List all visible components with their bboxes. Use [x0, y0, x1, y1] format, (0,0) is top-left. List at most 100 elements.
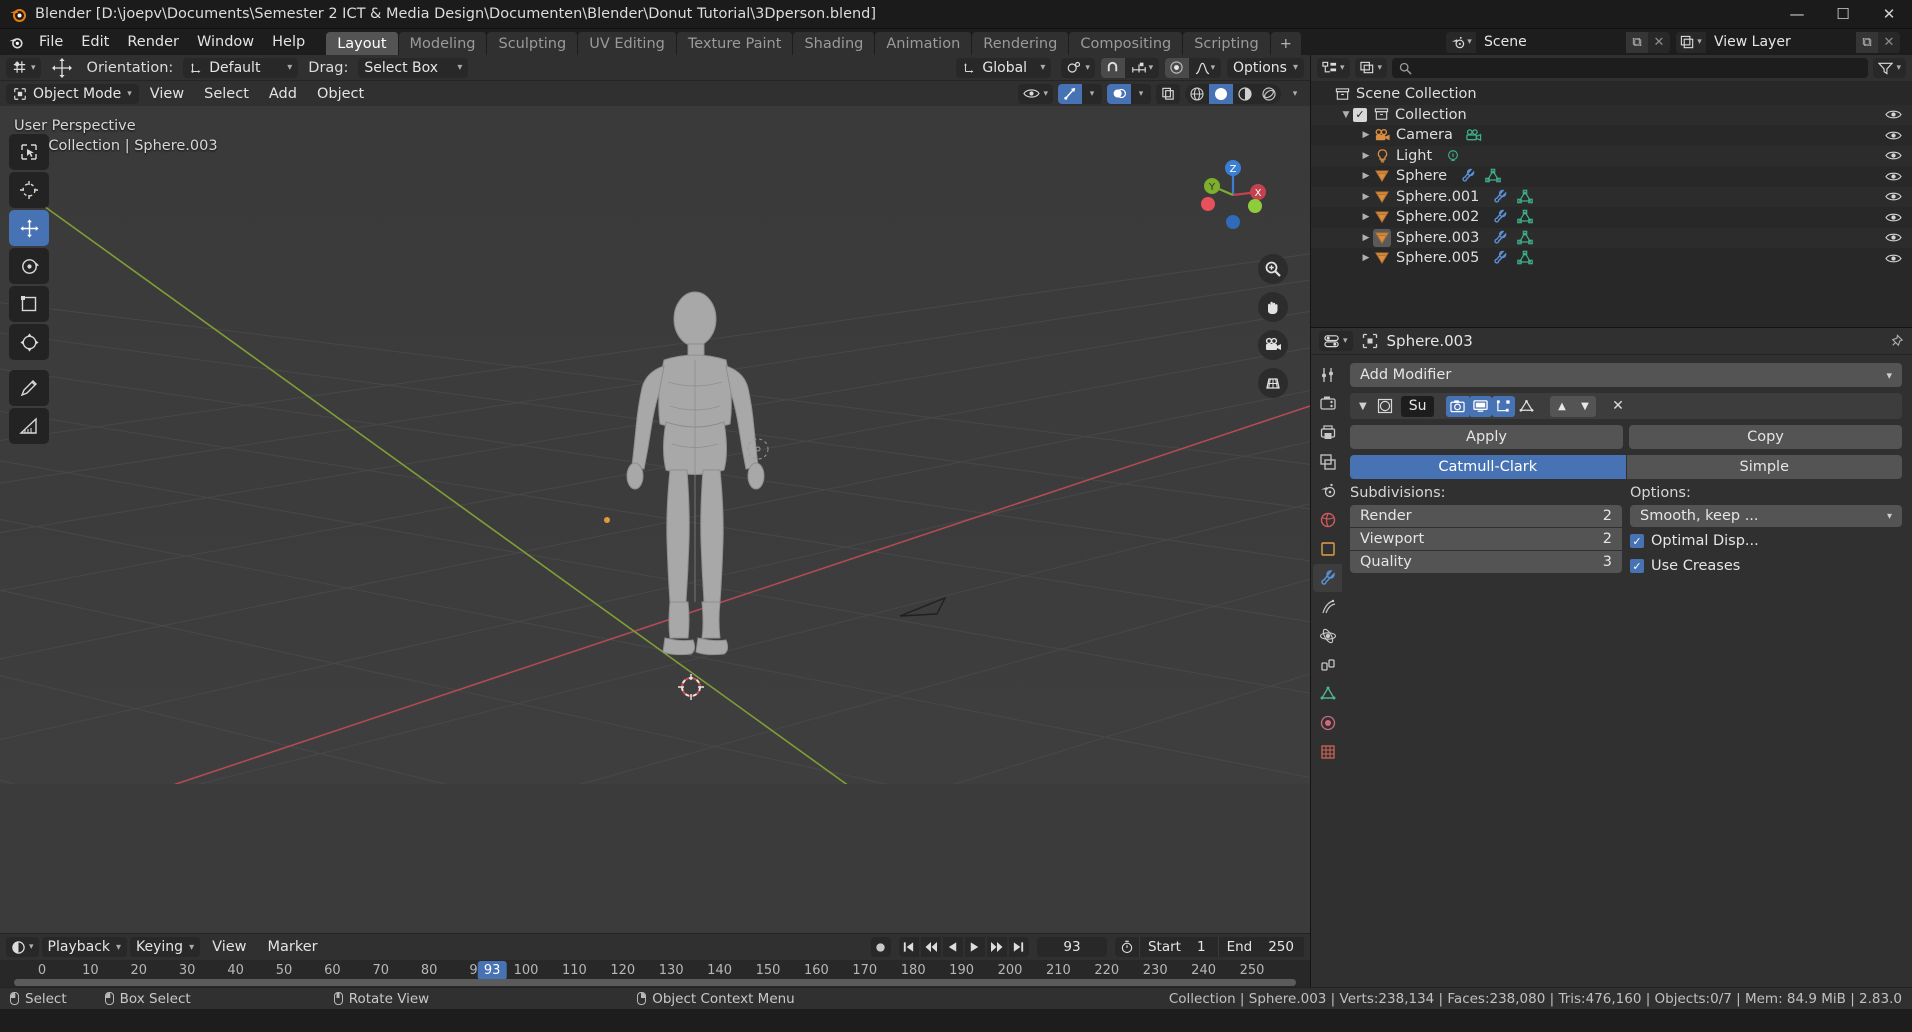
outliner-row-scene-collection[interactable]: Scene Collection [1311, 84, 1912, 105]
outliner-row-camera[interactable]: ▶ Camera [1311, 125, 1912, 146]
remove-view-layer-button[interactable]: ✕ [1878, 31, 1900, 53]
object-mode-dropdown[interactable]: Object Mode ▾ [6, 83, 139, 104]
jump-to-start-icon[interactable] [898, 937, 919, 957]
apply-button[interactable]: Apply [1350, 425, 1623, 449]
modifier-expand-icon[interactable]: ▼ [1356, 401, 1370, 412]
filter-funnel-icon[interactable]: ▾ [1873, 58, 1906, 78]
catmull-clark-button[interactable]: Catmull-Clark [1350, 455, 1626, 479]
current-frame-field[interactable]: 93 [1036, 937, 1107, 957]
disclosure-closed-icon[interactable]: ▶ [1359, 171, 1373, 181]
outliner-display-mode-icon[interactable]: ▾ [1317, 58, 1350, 78]
timeline-menu-playback[interactable]: Playback ▾ [41, 937, 128, 957]
outliner-id-type-icon[interactable]: ▾ [1354, 58, 1388, 78]
mannequin-model[interactable] [560, 286, 830, 706]
outliner-row-collection[interactable]: ▼ ✓ Collection [1311, 104, 1912, 125]
view-layer-name-field[interactable]: View Layer [1706, 31, 1856, 53]
disclosure-closed-icon[interactable]: ▶ [1359, 253, 1373, 263]
drag-dropdown[interactable]: Select Box ▾ [358, 57, 469, 78]
active-tool-icon[interactable]: ▾ [6, 57, 41, 78]
modifier-move-down-button[interactable]: ▼ [1573, 395, 1597, 417]
scale-tool[interactable] [9, 286, 49, 322]
modifier-tab[interactable] [1313, 564, 1342, 592]
disclosure-closed-icon[interactable]: ▶ [1359, 212, 1373, 222]
jump-prev-keyframe-icon[interactable] [920, 937, 941, 957]
tool-tab[interactable] [1313, 361, 1342, 389]
disclosure-open-icon[interactable]: ▼ [1339, 110, 1353, 120]
texture-tab[interactable] [1313, 738, 1342, 766]
workspace-tab-shading[interactable]: Shading [793, 32, 876, 55]
viewport-menu-view[interactable]: View [141, 84, 193, 104]
copy-button[interactable]: Copy [1629, 425, 1902, 449]
object-data-tab[interactable] [1313, 680, 1342, 708]
close-button[interactable]: ✕ [1866, 0, 1912, 28]
play-icon[interactable] [964, 937, 985, 957]
maximize-button[interactable]: ☐ [1820, 0, 1866, 28]
options-dropdown[interactable]: Options ▾ [1226, 57, 1304, 78]
timeline-menu-view[interactable]: View [203, 937, 255, 957]
render-subdivisions-field[interactable]: Render 2 [1350, 505, 1622, 527]
workspace-tab-layout[interactable]: Layout [326, 32, 399, 55]
menu-window[interactable]: Window [188, 29, 263, 55]
optimal-display-checkbox[interactable]: ✓ [1630, 534, 1644, 548]
outliner-row-sphere[interactable]: ▶ Sphere [1311, 166, 1912, 187]
start-frame-field[interactable]: Start 1 [1138, 937, 1218, 957]
outliner-tree[interactable]: Scene Collection ▼ ✓ Collection ▶ Camera ▶ Ligh… [1311, 81, 1912, 327]
timeline-scrollbar[interactable] [14, 979, 1296, 986]
scene-tab[interactable] [1313, 477, 1342, 505]
move-tool[interactable] [9, 210, 49, 246]
object-tab[interactable] [1313, 535, 1342, 563]
navigation-gizmo[interactable]: Z Y X [1194, 156, 1272, 234]
menu-edit[interactable]: Edit [72, 29, 118, 55]
workspace-tab-modeling[interactable]: Modeling [398, 32, 488, 55]
transform-orientation-dropdown[interactable]: Global ▾ [956, 57, 1052, 78]
viewport-menu-add[interactable]: Add [260, 84, 306, 104]
workspace-tab-animation[interactable]: Animation [875, 32, 973, 55]
jump-to-end-icon[interactable] [1008, 937, 1029, 957]
zoom-icon[interactable] [1258, 254, 1288, 284]
workspace-tab-uv-editing[interactable]: UV Editing [578, 32, 677, 55]
edit-mode-visibility-icon[interactable] [1492, 395, 1516, 417]
outliner-row-sphere-003[interactable]: ▶ Sphere.003 [1311, 227, 1912, 248]
constraints-tab[interactable] [1313, 651, 1342, 679]
new-scene-button[interactable]: ⧉ [1626, 31, 1648, 53]
visibility-eye-icon[interactable] [1884, 208, 1902, 226]
shading-settings-dropdown[interactable]: ▾ [1286, 84, 1304, 104]
transform-tool[interactable] [9, 324, 49, 360]
unlink-scene-button[interactable]: ✕ [1648, 31, 1670, 53]
workspace-tab-scripting[interactable]: Scripting [1183, 32, 1271, 55]
falloff-curve-dropdown[interactable]: ▾ [1188, 57, 1221, 78]
workspace-tab-sculpting[interactable]: Sculpting [487, 32, 579, 55]
visibility-eye-icon[interactable] [1884, 229, 1902, 247]
disclosure-closed-icon[interactable]: ▶ [1359, 151, 1373, 161]
rendered-shading-icon[interactable] [1257, 84, 1281, 104]
menu-file[interactable]: File [30, 29, 72, 55]
outliner-row-sphere-005[interactable]: ▶ Sphere.005 [1311, 248, 1912, 269]
viewport-menu-object[interactable]: Object [308, 84, 373, 104]
timeline-playhead[interactable]: 93 [477, 961, 507, 980]
visibility-eye-icon[interactable] [1884, 188, 1902, 206]
camera-view-icon[interactable] [1258, 330, 1288, 360]
orientation-dropdown[interactable]: Default ▾ [183, 57, 299, 78]
visibility-eye-icon[interactable] [1884, 126, 1902, 144]
material-preview-shading-icon[interactable] [1233, 84, 1257, 104]
simple-button[interactable]: Simple [1625, 455, 1902, 479]
disclosure-closed-icon[interactable]: ▶ [1359, 192, 1373, 202]
render-tab[interactable] [1313, 390, 1342, 418]
scene-selector[interactable]: ▾ Scene ⧉ ✕ [1446, 31, 1670, 53]
end-frame-field[interactable]: End 250 [1217, 937, 1304, 957]
output-tab[interactable] [1313, 419, 1342, 447]
rotate-tool[interactable] [9, 248, 49, 284]
modifier-name-field[interactable]: Su [1400, 395, 1435, 417]
menu-render[interactable]: Render [118, 29, 188, 55]
overlays-settings-dropdown[interactable]: ▾ [1131, 83, 1151, 104]
particles-tab[interactable] [1313, 593, 1342, 621]
wireframe-shading-icon[interactable] [1185, 84, 1209, 104]
pin-icon[interactable] [1889, 333, 1904, 349]
timeline-editor-icon[interactable]: ▾ [6, 937, 39, 957]
timeline-menu-keying[interactable]: Keying ▾ [130, 937, 201, 957]
viewport-subdivisions-field[interactable]: Viewport 2 [1350, 528, 1622, 550]
modifier-move-up-button[interactable]: ▲ [1550, 395, 1574, 417]
menu-help[interactable]: Help [263, 29, 314, 55]
viewport-menu-select[interactable]: Select [195, 84, 258, 104]
visibility-eye-icon[interactable] [1884, 249, 1902, 267]
